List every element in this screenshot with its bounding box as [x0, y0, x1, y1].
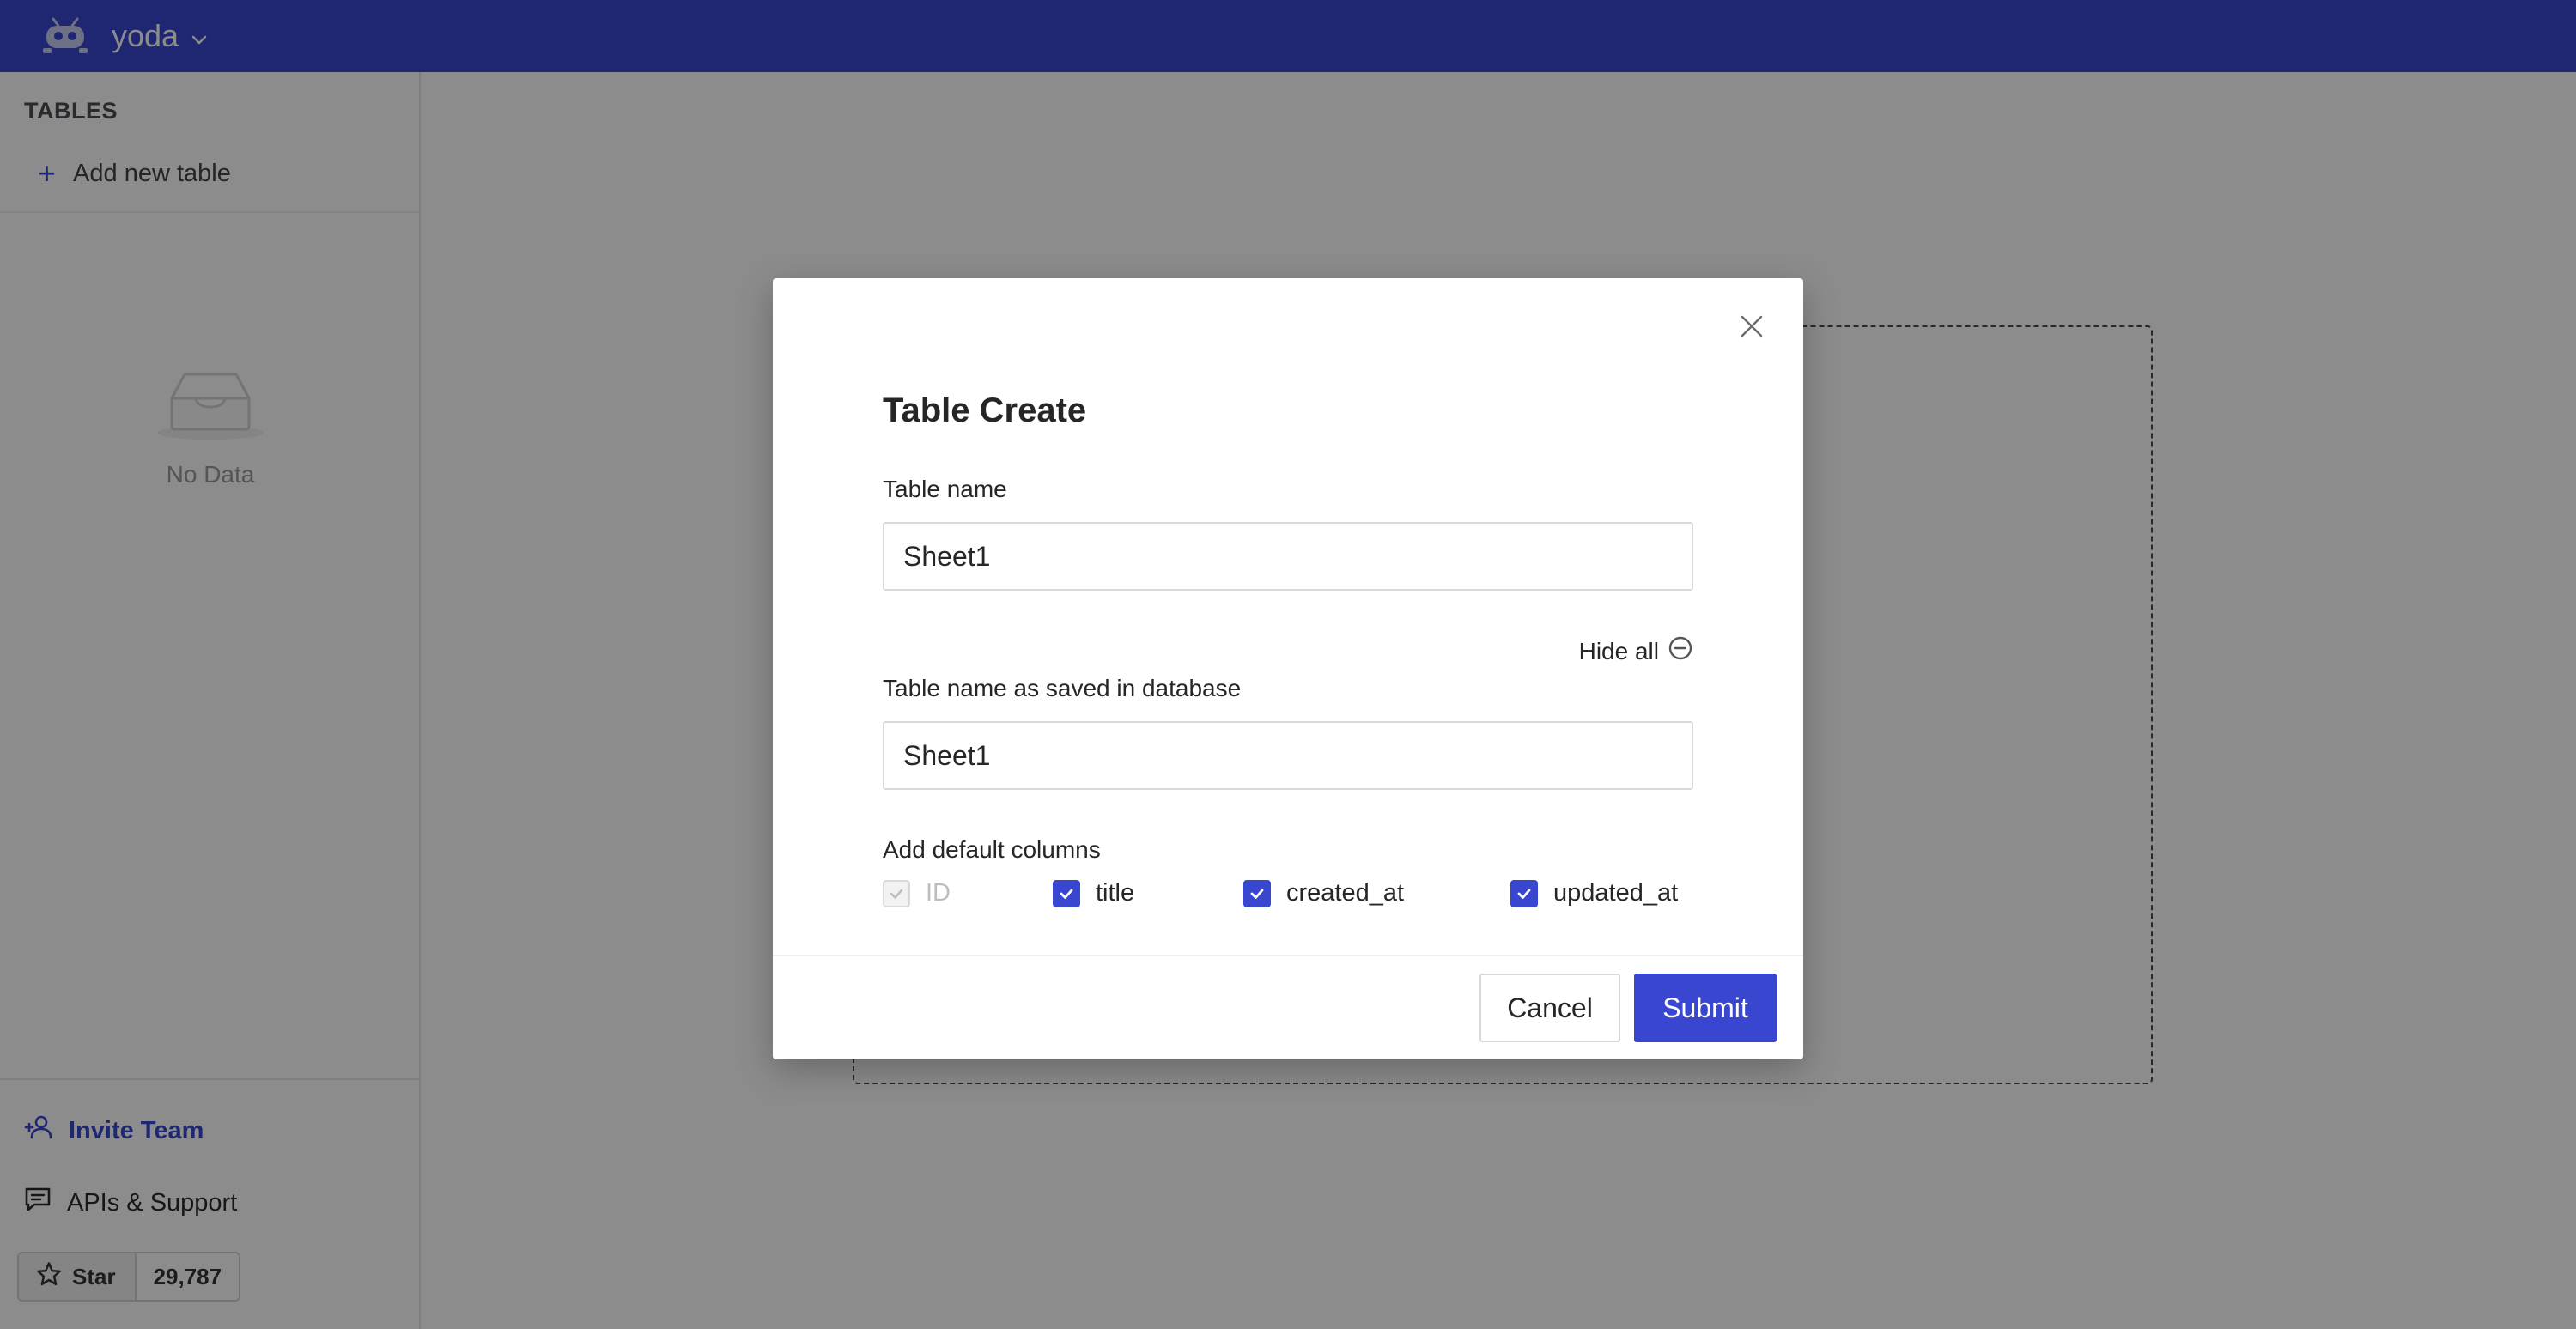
modal-footer-divider	[773, 955, 1803, 956]
check-icon	[1510, 879, 1538, 907]
hide-all-label: Hide all	[1578, 637, 1659, 664]
column-label: updated_at	[1553, 879, 1679, 907]
column-label: ID	[926, 879, 951, 907]
column-checkbox-title[interactable]: title	[1053, 879, 1134, 907]
cancel-button[interactable]: Cancel	[1479, 974, 1620, 1042]
modal-title: Table Create	[883, 391, 1087, 429]
check-icon	[1243, 879, 1271, 907]
hide-all-toggle[interactable]: Hide all	[1579, 635, 1693, 667]
column-checkbox-created-at[interactable]: created_at	[1243, 879, 1404, 907]
submit-button[interactable]: Submit	[1634, 974, 1777, 1042]
default-columns-group: ID title created_at updated_at	[883, 879, 1693, 913]
db-table-name-input[interactable]	[883, 721, 1693, 790]
close-icon[interactable]	[1736, 311, 1767, 342]
minus-circle-icon	[1668, 635, 1693, 667]
db-table-name-label: Table name as saved in database	[883, 675, 1242, 701]
column-checkbox-id: ID	[883, 879, 951, 907]
column-label: created_at	[1286, 879, 1405, 907]
check-icon	[883, 879, 910, 907]
column-checkbox-updated-at[interactable]: updated_at	[1510, 879, 1678, 907]
default-columns-label: Add default columns	[883, 836, 1101, 863]
table-name-label: Table name	[883, 476, 1007, 502]
table-create-modal: Table Create Table name Hide all Table n…	[773, 278, 1803, 1059]
table-name-input[interactable]	[883, 522, 1693, 591]
column-label: title	[1096, 879, 1135, 907]
check-icon	[1053, 879, 1080, 907]
